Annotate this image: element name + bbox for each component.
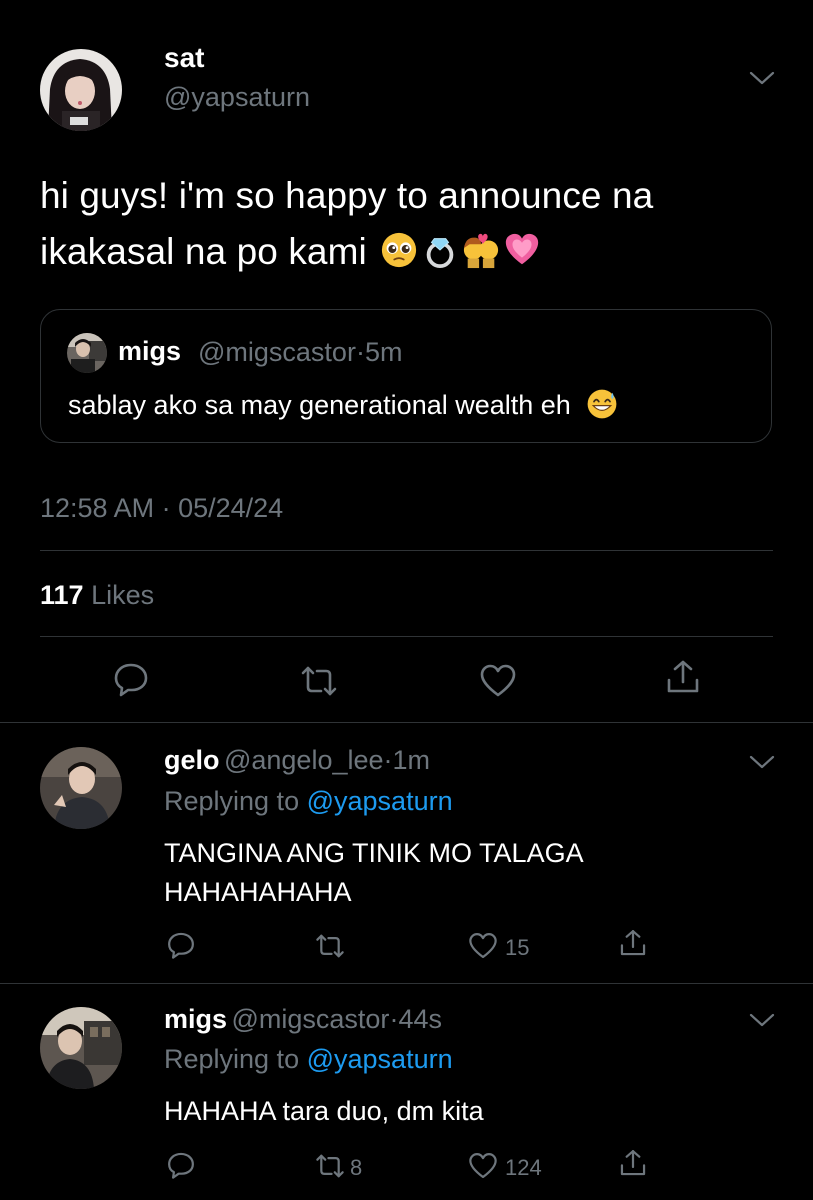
reply-text: HAHAHA tara duo, dm kita xyxy=(164,1092,484,1131)
meta-separator: · xyxy=(355,337,365,367)
likes-summary[interactable]: 117 Likes xyxy=(40,580,154,611)
reply-display-name[interactable]: migs xyxy=(164,1004,227,1034)
quote-time: 5m xyxy=(364,337,403,367)
growing-heart-emoji xyxy=(503,231,541,269)
avatar-gelo[interactable] xyxy=(40,747,122,829)
replying-to: Replying to @yapsaturn xyxy=(164,1044,453,1075)
avatar-migs-quote[interactable] xyxy=(67,333,107,373)
chevron-down-icon[interactable] xyxy=(749,754,775,770)
reply-icon[interactable] xyxy=(166,930,196,960)
share-icon[interactable] xyxy=(664,658,702,696)
author-handle[interactable]: @yapsaturn xyxy=(164,82,310,113)
likes-label: Likes xyxy=(91,580,155,610)
reply-handle[interactable]: @angelo_lee xyxy=(224,745,384,775)
reply-header: gelo @angelo_lee·1m xyxy=(164,745,430,776)
divider xyxy=(0,983,813,984)
ring-emoji xyxy=(421,231,459,269)
quote-display-name[interactable]: migs xyxy=(118,336,181,367)
retweet-icon[interactable] xyxy=(300,662,338,700)
replying-to-label: Replying to xyxy=(164,786,300,816)
reply-text-line: HAHAHA tara duo, dm kita xyxy=(164,1096,484,1126)
meta-separator: · xyxy=(383,745,393,775)
grinning-sweat-emoji xyxy=(586,388,618,420)
likes-count: 117 xyxy=(40,580,84,610)
replying-to-label: Replying to xyxy=(164,1044,300,1074)
like-count: 124 xyxy=(505,1155,542,1180)
reply-text: TANGINA ANG TINIK MO TALAGA HAHAHAHAHA xyxy=(164,834,584,912)
share-icon[interactable] xyxy=(618,928,648,958)
reply-icon[interactable] xyxy=(112,660,150,698)
like-count: 15 xyxy=(505,935,530,960)
chevron-down-icon[interactable] xyxy=(749,70,775,86)
reply-time: 1m xyxy=(392,745,431,775)
reply-icon[interactable] xyxy=(166,1150,196,1180)
author-display-name[interactable]: sat xyxy=(164,42,204,74)
avatar-migs[interactable] xyxy=(40,1007,122,1089)
quoted-tweet-card[interactable] xyxy=(40,309,772,443)
like-icon[interactable] xyxy=(468,1151,498,1181)
reply-display-name[interactable]: gelo xyxy=(164,745,220,775)
reply-header: migs @migscastor·44s xyxy=(164,1004,442,1035)
tweet-text-content: hi guys! i'm so happy to announce na ika… xyxy=(40,175,654,272)
divider xyxy=(0,722,813,723)
quote-text-content: sablay ako sa may generational wealth eh xyxy=(68,390,571,420)
reply-text-line: TANGINA ANG TINIK MO TALAGA xyxy=(164,838,584,868)
replying-to-handle-link[interactable]: @yapsaturn xyxy=(307,786,453,816)
replying-to-handle-link[interactable]: @yapsaturn xyxy=(307,1044,453,1074)
pleading-face-emoji xyxy=(380,231,418,269)
tweet-text: hi guys! i'm so happy to announce na ika… xyxy=(40,168,780,280)
reply-handle[interactable]: @migscastor xyxy=(231,1004,389,1034)
quote-handle[interactable]: @migscastor xyxy=(198,337,356,367)
share-icon[interactable] xyxy=(618,1148,648,1178)
kiss-couple-emoji xyxy=(462,231,500,269)
replying-to: Replying to @yapsaturn xyxy=(164,786,453,817)
retweet-icon[interactable] xyxy=(315,931,345,961)
quote-text: sablay ako sa may generational wealth eh xyxy=(68,388,618,421)
divider xyxy=(40,636,773,637)
reply-time: 44s xyxy=(398,1004,442,1034)
like-icon[interactable] xyxy=(468,931,498,961)
quote-meta: @migscastor·5m xyxy=(198,337,402,368)
retweet-icon[interactable] xyxy=(315,1151,345,1181)
retweet-count: 8 xyxy=(350,1155,363,1180)
tweet-timestamp[interactable]: 12:58 AM · 05/24/24 xyxy=(40,493,283,524)
divider xyxy=(40,550,773,551)
chevron-down-icon[interactable] xyxy=(749,1012,775,1028)
avatar-sat[interactable] xyxy=(40,49,122,131)
reply-text-line: HAHAHAHAHA xyxy=(164,877,352,907)
like-icon[interactable] xyxy=(479,662,517,700)
